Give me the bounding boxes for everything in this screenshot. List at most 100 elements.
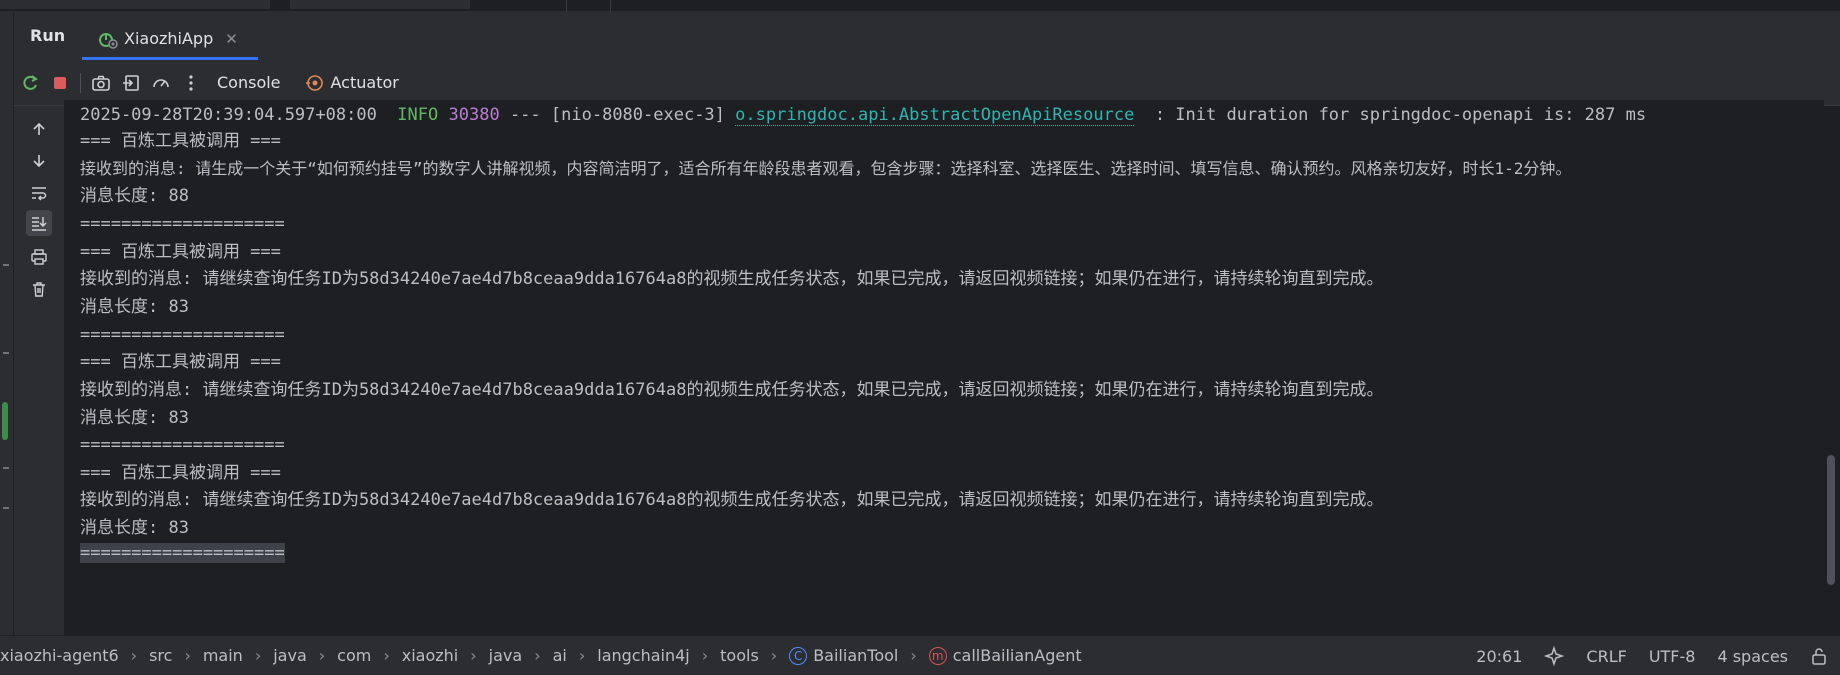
screenshot-button[interactable]	[89, 71, 113, 95]
breadcrumb-method[interactable]: callBailianAgent	[953, 646, 1082, 665]
file-encoding[interactable]: UTF-8	[1649, 647, 1696, 666]
scroll-to-end-icon	[32, 217, 47, 231]
console-line: ====================	[80, 541, 285, 565]
log-logger-link[interactable]: o.springdoc.api.AbstractOpenApiResource	[735, 105, 1135, 126]
console-line: 接收到的消息: 请继续查询任务ID为58d34240e7ae4d7b8ceaa9…	[80, 380, 1384, 400]
console-line: === 百炼工具被调用 ===	[80, 463, 281, 483]
chevron-right-icon: ›	[534, 646, 541, 665]
breadcrumb-class[interactable]: BailianTool	[813, 646, 898, 665]
rerun-button[interactable]	[18, 71, 42, 95]
more-options-button[interactable]	[179, 71, 203, 95]
profiler-button[interactable]	[149, 71, 173, 95]
exit-icon	[123, 74, 139, 91]
console-line: 接收到的消息: 请生成一个关于“如何预约挂号”的数字人讲解视频，内容简洁明了，适…	[80, 159, 1572, 178]
status-bar: xiaozhi-agent6 › src › main › java › com › xi…	[0, 635, 1840, 675]
console-line: 接收到的消息: 请继续查询任务ID为58d34240e7ae4d7b8ceaa9…	[80, 269, 1384, 289]
ide-window: Run XiaozhiApp ✕ Console Actuator 2025-0…	[0, 0, 1840, 675]
console-line: === 百炼工具被调用 ===	[80, 131, 281, 151]
indent-settings[interactable]: 4 spaces	[1717, 647, 1788, 666]
strip-indicator	[2, 402, 8, 440]
breadcrumb-item[interactable]: java	[489, 646, 523, 665]
scroll-to-end-button[interactable]	[26, 210, 52, 236]
tab-actuator[interactable]: Actuator	[331, 73, 399, 92]
line-separator[interactable]: CRLF	[1586, 647, 1626, 666]
arrow-up-icon	[33, 122, 45, 135]
breadcrumb-item[interactable]: tools	[720, 646, 759, 665]
method-icon: m	[928, 646, 947, 665]
run-tool-window-header: Run XiaozhiApp ✕	[14, 12, 1840, 60]
breadcrumb-item[interactable]: langchain4j	[597, 646, 690, 665]
selected-text: ====================	[80, 543, 285, 563]
breadcrumb: xiaozhi-agent6 › src › main › java › com › xi…	[0, 646, 1082, 665]
breadcrumb-item[interactable]: com	[337, 646, 371, 665]
console-scrollbar-thumb[interactable]	[1827, 455, 1835, 585]
run-window-title: Run	[30, 26, 66, 45]
arrow-down-icon	[33, 155, 45, 168]
log-separator: ---	[509, 105, 541, 125]
breadcrumb-item[interactable]: java	[273, 646, 307, 665]
soft-wrap-button[interactable]	[26, 180, 52, 206]
console-line: 消息长度: 83	[80, 518, 189, 538]
tab-console[interactable]: Console	[217, 73, 281, 92]
console-side-toolbar	[14, 106, 64, 635]
status-right-widgets: 20:61 CRLF UTF-8 4 spaces	[1476, 636, 1840, 675]
print-button[interactable]	[26, 244, 52, 270]
console-line: === 百炼工具被调用 ===	[80, 352, 281, 372]
close-icon[interactable]: ✕	[225, 30, 238, 48]
editor-top-strip	[0, 0, 1840, 12]
spring-boot-app-icon	[99, 32, 118, 49]
ai-assistant-icon[interactable]	[1544, 646, 1565, 666]
log-thread: [nio-8080-exec-3]	[550, 105, 725, 125]
restore-layout-button[interactable]	[119, 71, 143, 95]
lock-icon[interactable]	[1810, 647, 1828, 665]
more-vertical-icon	[189, 74, 193, 91]
console-line: 消息长度: 83	[80, 408, 189, 428]
tab-xiaozhiapp[interactable]: XiaozhiApp ✕	[82, 20, 258, 60]
breadcrumb-item[interactable]: ai	[553, 646, 567, 665]
log-timestamp: 2025-09-28T20:39:04.597+08:00	[80, 105, 377, 125]
strip-mark	[3, 507, 9, 509]
console-line: ====================	[80, 435, 285, 455]
breadcrumb-item[interactable]: main	[203, 646, 243, 665]
trash-icon	[33, 282, 45, 297]
chevron-right-icon: ›	[130, 646, 138, 665]
clear-all-button[interactable]	[26, 276, 52, 302]
chevron-right-icon: ›	[910, 646, 917, 665]
actuator-icon	[305, 74, 323, 91]
stop-icon	[54, 76, 66, 89]
class-icon: C	[789, 646, 808, 665]
divider	[610, 0, 611, 12]
breadcrumb-item[interactable]: src	[149, 646, 172, 665]
console-line: ====================	[80, 325, 285, 345]
console-line: 接收到的消息: 请继续查询任务ID为58d34240e7ae4d7b8ceaa9…	[80, 490, 1384, 510]
gauge-icon	[153, 78, 169, 87]
strip-mark	[3, 352, 9, 354]
console-line: ====================	[80, 214, 285, 234]
console-line: 消息长度: 83	[80, 297, 189, 317]
log-pid: 30380	[448, 105, 500, 125]
chevron-right-icon: ›	[318, 646, 326, 665]
left-tool-strip	[0, 12, 14, 635]
chevron-right-icon: ›	[184, 646, 191, 665]
editor-fragment	[290, 0, 470, 9]
console-output[interactable]: 2025-09-28T20:39:04.597+08:00 INFO 30380…	[64, 100, 1824, 635]
divider	[566, 0, 567, 12]
scroll-up-button[interactable]	[26, 116, 52, 142]
scroll-down-button[interactable]	[26, 148, 52, 174]
breadcrumb-item[interactable]: xiaozhi-agent6	[0, 646, 119, 665]
log-message: : Init duration for springdoc-openapi is…	[1154, 105, 1647, 125]
strip-mark	[3, 467, 9, 469]
log-line: 2025-09-28T20:39:04.597+08:00 INFO 30380…	[80, 103, 1646, 127]
editor-fragment	[0, 0, 270, 9]
console-line: 消息长度: 88	[80, 186, 189, 206]
tab-label: XiaozhiApp	[124, 29, 214, 48]
chevron-right-icon: ›	[383, 646, 390, 665]
chevron-right-icon: ›	[770, 646, 778, 665]
rerun-icon	[23, 74, 38, 90]
chevron-right-icon: ›	[578, 646, 586, 665]
log-level: INFO	[397, 105, 439, 125]
caret-position[interactable]: 20:61	[1476, 647, 1522, 666]
stop-button[interactable]	[48, 71, 72, 95]
breadcrumb-item[interactable]: xiaozhi	[402, 646, 459, 665]
printer-icon	[31, 249, 47, 265]
